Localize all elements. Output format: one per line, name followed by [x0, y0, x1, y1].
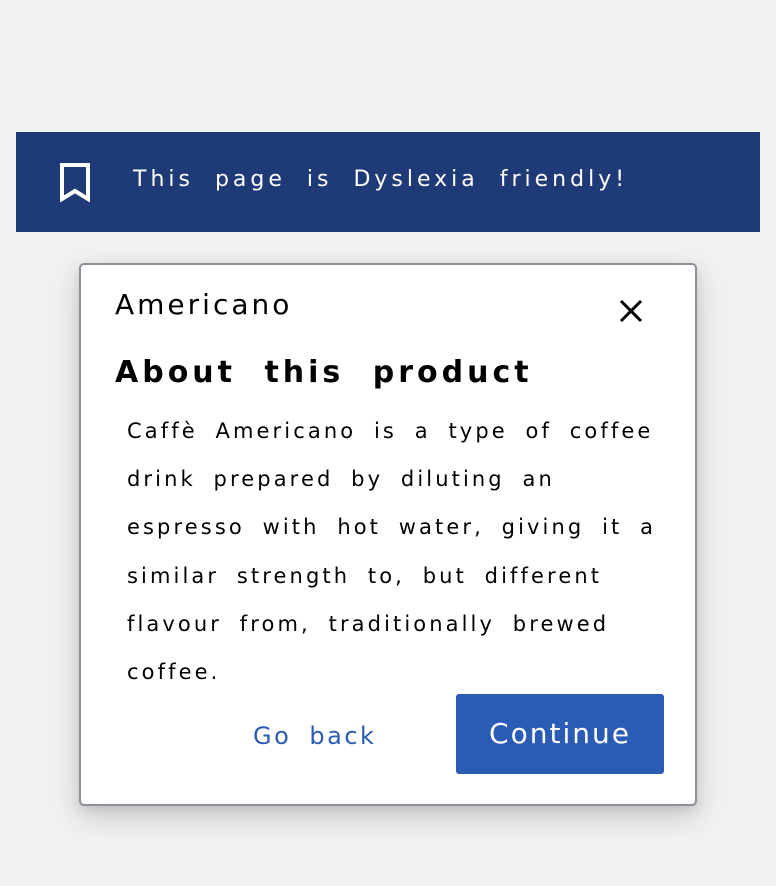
banner-text: This page is Dyslexia friendly!: [133, 167, 629, 192]
bookmark-icon: [58, 162, 92, 203]
product-name: Americano: [115, 288, 293, 321]
product-dialog: Americano About this product Caffè Ameri…: [79, 263, 697, 806]
product-description: Caffè Americano is a type of coffee drin…: [127, 419, 657, 685]
close-icon: [617, 299, 645, 329]
close-button[interactable]: [617, 297, 645, 325]
dyslexia-friendly-banner: This page is Dyslexia friendly!: [16, 132, 760, 232]
continue-button[interactable]: Continue: [456, 694, 664, 774]
go-back-button[interactable]: Go back: [253, 718, 376, 754]
dialog-heading: About this product: [115, 355, 533, 390]
